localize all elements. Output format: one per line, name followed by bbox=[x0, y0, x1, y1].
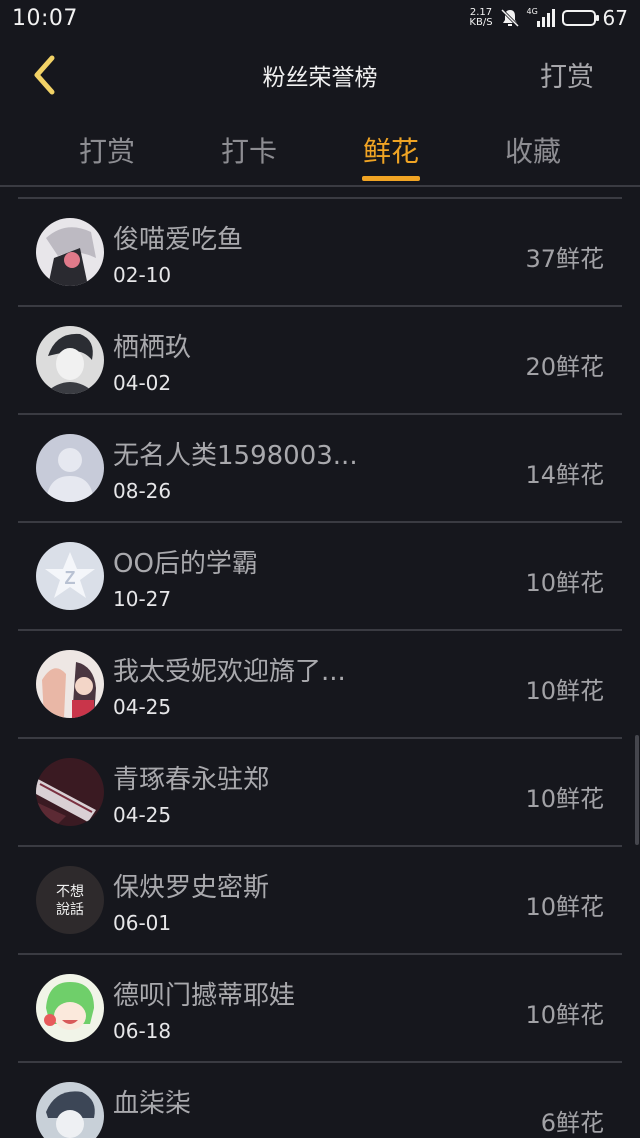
status-time: 10:07 bbox=[12, 5, 78, 31]
reward-button[interactable]: 打赏 bbox=[540, 55, 594, 94]
flower-count: 10鲜花 bbox=[525, 569, 604, 597]
fan-date: 06-18 bbox=[113, 1019, 172, 1043]
flower-count: 14鲜花 bbox=[525, 461, 604, 489]
scrollbar[interactable] bbox=[635, 735, 639, 845]
fan-list: 俊喵爱吃鱼 02-10 37鲜花 栖栖玖 04-02 20鲜花 无名人类1598… bbox=[18, 197, 622, 1138]
fan-name: 栖栖玖 bbox=[113, 333, 192, 363]
avatar bbox=[36, 218, 104, 286]
fan-name: 血柒柒 bbox=[113, 1089, 192, 1119]
fan-name: 青琢春永驻郑 bbox=[113, 765, 270, 795]
fan-date: 08-26 bbox=[113, 479, 172, 503]
fan-name: 保炔罗史密斯 bbox=[113, 873, 270, 903]
network-speed: 2.17 KB/S bbox=[469, 7, 493, 28]
fan-name: 德呗门撼蒂耶娃 bbox=[113, 981, 296, 1011]
active-tab-indicator bbox=[362, 176, 420, 181]
fan-date: 04-25 bbox=[113, 695, 172, 719]
tab-reward[interactable]: 打赏 bbox=[47, 130, 167, 170]
list-item[interactable]: 德呗门撼蒂耶娃 06-18 10鲜花 bbox=[18, 953, 622, 1061]
avatar bbox=[36, 974, 104, 1042]
flower-count: 37鲜花 bbox=[525, 245, 604, 273]
tab-checkin[interactable]: 打卡 bbox=[189, 130, 309, 170]
fan-date: 04-02 bbox=[113, 371, 172, 395]
list-item[interactable]: 不想說話 保炔罗史密斯 06-01 10鲜花 bbox=[18, 845, 622, 953]
chevron-left-icon bbox=[34, 55, 55, 95]
avatar: 不想說話 bbox=[36, 866, 104, 934]
flower-count: 10鲜花 bbox=[525, 785, 604, 813]
list-item[interactable]: 无名人类1598003... 08-26 14鲜花 bbox=[18, 413, 622, 521]
tab-bar: 打赏 打卡 鲜花 收藏 bbox=[0, 118, 640, 186]
status-icons: 2.17 KB/S 4G 67 bbox=[469, 6, 628, 30]
back-button[interactable] bbox=[22, 50, 66, 100]
fan-date: 04-25 bbox=[113, 803, 172, 827]
list-item[interactable]: 我太受妮欢迎旖了... 04-25 10鲜花 bbox=[18, 629, 622, 737]
flower-count: 6鲜花 bbox=[540, 1109, 604, 1137]
fan-date: 02-10 bbox=[113, 263, 172, 287]
bell-muted-icon bbox=[500, 8, 519, 28]
avatar: Z bbox=[36, 542, 104, 610]
list-item[interactable]: 栖栖玖 04-02 20鲜花 bbox=[18, 305, 622, 413]
svg-text:Z: Z bbox=[65, 568, 76, 588]
avatar bbox=[36, 650, 104, 718]
signal-icon: 4G bbox=[527, 7, 555, 27]
list-item[interactable]: 俊喵爱吃鱼 02-10 37鲜花 bbox=[18, 197, 622, 305]
flower-count: 20鲜花 bbox=[525, 353, 604, 381]
fan-name: OO后的学霸 bbox=[113, 549, 258, 579]
avatar bbox=[36, 434, 104, 502]
tabs-divider bbox=[0, 185, 640, 187]
avatar bbox=[36, 1082, 104, 1138]
avatar bbox=[36, 758, 104, 826]
list-item[interactable]: Z OO后的学霸 10-27 10鲜花 bbox=[18, 521, 622, 629]
list-item[interactable]: 血柒柒 6鲜花 bbox=[18, 1061, 622, 1138]
fan-name: 俊喵爱吃鱼 bbox=[113, 225, 244, 255]
tab-favorites[interactable]: 收藏 bbox=[473, 130, 593, 170]
tab-flowers[interactable]: 鲜花 bbox=[331, 130, 451, 170]
flower-count: 10鲜花 bbox=[525, 1001, 604, 1029]
battery-level: 67 bbox=[602, 6, 628, 30]
flower-count: 10鲜花 bbox=[525, 893, 604, 921]
fan-name: 我太受妮欢迎旖了... bbox=[113, 657, 346, 687]
avatar bbox=[36, 326, 104, 394]
header: 粉丝荣誉榜 打赏 bbox=[0, 40, 640, 110]
battery-icon bbox=[561, 10, 599, 26]
fan-date: 10-27 bbox=[113, 587, 172, 611]
flower-count: 10鲜花 bbox=[525, 677, 604, 705]
fan-name: 无名人类1598003... bbox=[113, 441, 358, 471]
fan-date: 06-01 bbox=[113, 911, 172, 935]
list-item[interactable]: 青琢春永驻郑 04-25 10鲜花 bbox=[18, 737, 622, 845]
status-bar: 10:07 2.17 KB/S 4G 67 bbox=[0, 0, 640, 36]
